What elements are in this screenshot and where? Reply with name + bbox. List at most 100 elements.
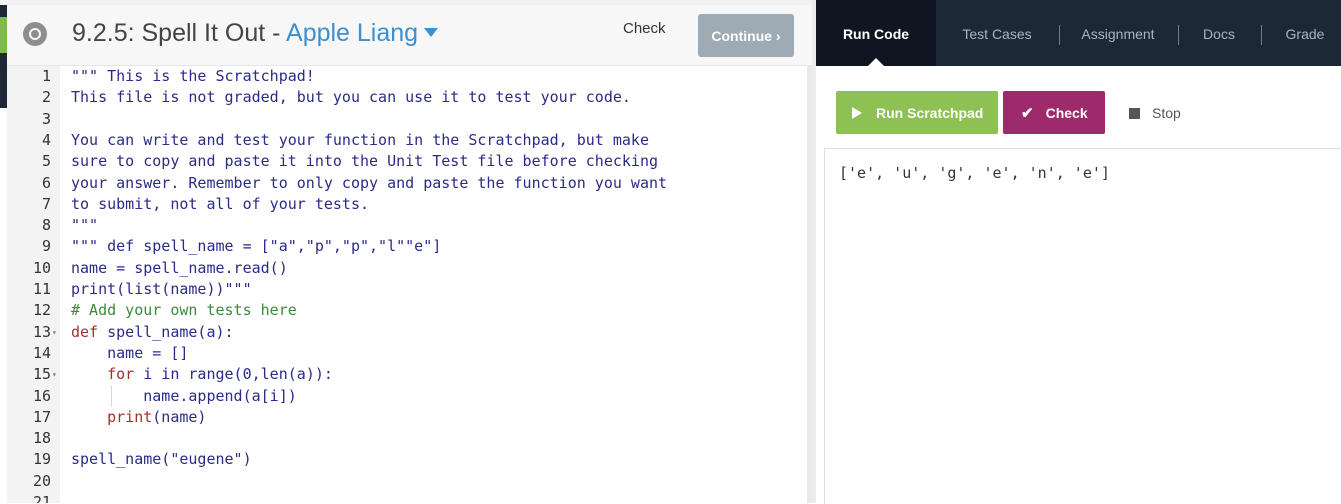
run-panel: Run Code Test Cases Assignment Docs Grad…	[816, 0, 1341, 504]
check-link[interactable]: Check	[623, 20, 666, 37]
code-text: to submit, not all of your tests.	[71, 194, 369, 215]
tab-docs[interactable]: Docs	[1188, 0, 1250, 66]
stop-icon	[1129, 107, 1140, 119]
code-line[interactable]: 7 to submit, not all of your tests.	[7, 194, 807, 215]
user-name-dropdown[interactable]: Apple Liang	[286, 19, 418, 47]
stop-button[interactable]: Stop	[1129, 105, 1181, 121]
code-line[interactable]: 11 print(list(name))"""	[7, 279, 807, 300]
code-content: # Add your own tests here	[71, 301, 297, 320]
tab-separator	[1261, 25, 1262, 45]
checkmark-icon: ✔	[1021, 104, 1034, 122]
code-text: This file is not graded, but you can use…	[71, 87, 631, 108]
code-text: name = []	[71, 343, 188, 364]
line-number: 7	[41, 194, 51, 213]
line-number: 5	[41, 152, 51, 171]
page-title: 9.2.5: Spell It Out - Apple Liang	[72, 19, 439, 48]
gear-icon[interactable]	[23, 22, 47, 46]
line-number: 13	[32, 322, 51, 341]
code-content: i in range(0,len(a)):	[134, 365, 333, 384]
line-number: 1	[41, 67, 51, 85]
code-content: spell_name(a):	[98, 322, 234, 341]
code-content: to submit, not all of your tests.	[71, 194, 370, 213]
code-keyword: for	[71, 365, 135, 384]
continue-button[interactable]: Continue ›	[698, 14, 794, 57]
line-number: 12	[32, 301, 51, 320]
line-number: 8	[41, 216, 51, 235]
code-line[interactable]: 20	[7, 471, 807, 492]
line-number: 20	[32, 471, 51, 490]
line-number: 16	[32, 386, 51, 405]
tab-assignment[interactable]: Assignment	[1069, 0, 1167, 66]
fold-arrow-icon[interactable]: ▾	[52, 322, 57, 343]
code-line[interactable]: 19 spell_name("eugene")	[7, 449, 807, 470]
side-accent	[0, 5, 7, 108]
line-number: 17	[32, 407, 51, 426]
code-line[interactable]: 14 name = []	[7, 343, 807, 364]
fold-arrow-icon[interactable]: ▾	[52, 364, 57, 385]
side-accent-green	[0, 17, 7, 53]
indent-guide	[111, 385, 112, 407]
code-line[interactable]: 18	[7, 428, 807, 449]
code-line[interactable]: 6 your answer. Remember to only copy and …	[7, 173, 807, 194]
code-content: You can write and test your function in …	[71, 130, 649, 149]
code-line[interactable]: 15 ▾ for i in range(0,len(a)):	[7, 364, 807, 385]
line-number: 2	[41, 88, 51, 107]
code-content: print(list(name))"""	[71, 280, 252, 298]
stop-label: Stop	[1152, 105, 1181, 121]
tab-test-cases[interactable]: Test Cases	[946, 0, 1048, 66]
line-number: 19	[32, 450, 51, 469]
code-text: print(name)	[71, 407, 206, 428]
code-text: """ def spell_name = ["a","p","p","l""e"…	[71, 236, 441, 257]
caret-down-icon[interactable]	[424, 28, 439, 37]
run-toolbar: Run Scratchpad ✔ Check Stop	[816, 66, 1341, 148]
output-text: ['e', 'u', 'g', 'e', 'n', 'e']	[839, 164, 1110, 182]
code-line[interactable]: 13 ▾ def spell_name(a):	[7, 322, 807, 343]
code-content: spell_name("eugene")	[71, 450, 252, 469]
code-line[interactable]: 4 You can write and test your function in…	[7, 130, 807, 151]
code-text: # Add your own tests here	[71, 300, 297, 321]
code-text: spell_name("eugene")	[71, 449, 252, 470]
code-line[interactable]: 12 # Add your own tests here	[7, 300, 807, 321]
tab-run-code[interactable]: Run Code	[816, 0, 936, 66]
code-line[interactable]: 17 print(name)	[7, 407, 807, 428]
line-number: 9	[41, 237, 51, 256]
code-content: This file is not graded, but you can use…	[71, 88, 631, 107]
code-line[interactable]: 5 sure to copy and paste it into the Unit…	[7, 151, 807, 172]
code-text: your answer. Remember to only copy and p…	[71, 173, 667, 194]
code-editor[interactable]: 1 """ This is the Scratchpad! 2 This file i…	[7, 66, 807, 503]
code-keyword: print	[71, 407, 153, 426]
line-number: 18	[32, 429, 51, 448]
code-content: name = spell_name.read()	[71, 258, 288, 277]
line-number: 14	[32, 343, 51, 362]
code-content: """ This is the Scratchpad!	[71, 67, 315, 85]
line-number: 4	[41, 130, 51, 149]
code-line[interactable]: 2 This file is not graded, but you can us…	[7, 87, 807, 108]
tab-grade[interactable]: Grade	[1271, 0, 1339, 66]
code-line[interactable]: 9 """ def spell_name = ["a","p","p","l""e…	[7, 236, 807, 257]
code-text: sure to copy and paste it into the Unit …	[71, 151, 658, 172]
check-button-label: Check	[1045, 104, 1088, 121]
code-content: your answer. Remember to only copy and p…	[71, 173, 668, 192]
code-line[interactable]: 8 """	[7, 215, 807, 236]
code-content: (name)	[152, 407, 207, 426]
code-content: """ def spell_name = ["a","p","p","l""e"…	[71, 237, 442, 256]
line-number: 6	[41, 173, 51, 192]
code-line[interactable]: 3	[7, 109, 807, 130]
code-text: """ This is the Scratchpad!	[71, 66, 315, 87]
line-number: 11	[32, 280, 51, 298]
assignment-header: 9.2.5: Spell It Out - Apple Liang Check …	[7, 5, 812, 66]
line-number: 3	[41, 109, 51, 128]
run-scratchpad-label: Run Scratchpad	[876, 104, 984, 121]
code-content: name.append(a[i])	[71, 386, 297, 405]
code-line[interactable]: 10 name = spell_name.read()	[7, 258, 807, 279]
code-line[interactable]: 16 name.append(a[i])	[7, 386, 807, 407]
check-button[interactable]: ✔ Check	[1003, 91, 1105, 134]
code-text: def spell_name(a):	[71, 322, 234, 343]
tab-separator	[1178, 25, 1179, 45]
code-text: You can write and test your function in …	[71, 130, 649, 151]
code-text: """	[71, 215, 98, 236]
line-number: 15	[32, 365, 51, 384]
run-scratchpad-button[interactable]: Run Scratchpad	[836, 91, 998, 134]
code-line[interactable]: 1 """ This is the Scratchpad!	[7, 66, 807, 87]
code-line[interactable]: 21	[7, 492, 807, 503]
